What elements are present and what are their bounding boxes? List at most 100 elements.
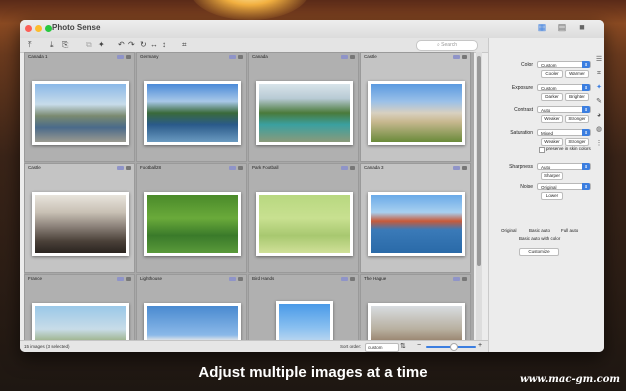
grid-cell[interactable]: Canada 3	[360, 163, 471, 273]
undo-icon[interactable]: ↶	[118, 39, 125, 51]
info-badge-icon[interactable]	[462, 166, 467, 170]
grid-cell[interactable]: France	[24, 274, 135, 340]
contrast-weaker-button[interactable]: Weaker	[541, 115, 563, 123]
info-badge-icon[interactable]	[238, 277, 243, 281]
crop-icon[interactable]: ⌗	[182, 39, 187, 51]
grid-cell[interactable]: Lighthouse	[136, 274, 247, 340]
photo-thumbnail[interactable]	[144, 192, 241, 256]
scroll-thumb[interactable]	[477, 56, 481, 266]
photo-thumbnail[interactable]	[256, 81, 353, 145]
edit-badge-icon[interactable]	[117, 166, 124, 170]
info-badge-icon[interactable]	[126, 277, 131, 281]
list-icon[interactable]: ☰	[595, 56, 603, 64]
mode-basic-auto[interactable]: Basic auto	[529, 228, 550, 233]
saturation-stronger-button[interactable]: Stronger	[565, 138, 589, 146]
grid-cell[interactable]: Canada	[248, 52, 359, 162]
sharpness-select[interactable]: Auto ⬍	[537, 163, 591, 170]
crop-tool-icon[interactable]: ⌗	[595, 70, 603, 78]
filter-icon[interactable]: ◍	[595, 126, 603, 134]
grid-cell[interactable]: Football28	[136, 163, 247, 273]
export-icon[interactable]: ⤓	[50, 39, 54, 51]
info-badge-icon[interactable]	[350, 277, 355, 281]
flip-horizontal-icon[interactable]: ↔	[150, 39, 158, 51]
export-all-icon[interactable]: ⎘	[62, 39, 68, 51]
close-button[interactable]	[25, 25, 32, 32]
adjust-sliders-icon[interactable]: ⋮	[595, 140, 603, 148]
photo-thumbnail[interactable]	[368, 303, 465, 340]
brush-icon[interactable]: ✎	[595, 98, 603, 106]
noise-select[interactable]: Original ⬍	[537, 183, 591, 190]
search-input[interactable]: ⌕ Search	[416, 40, 478, 51]
photo-thumbnail[interactable]	[32, 303, 129, 340]
contrast-select[interactable]: Auto ⬍	[537, 106, 591, 113]
edit-badge-icon[interactable]	[229, 277, 236, 281]
grid-cell[interactable]: Park Football	[248, 163, 359, 273]
grid-cell[interactable]: Canada 1	[24, 52, 135, 162]
photo-thumbnail[interactable]	[368, 81, 465, 145]
photo-thumbnail[interactable]	[32, 192, 129, 256]
import-icon[interactable]: ⤒	[28, 39, 32, 51]
cooler-button[interactable]: Cooler	[541, 70, 563, 78]
zoom-out-icon[interactable]: −	[417, 342, 421, 349]
brighter-button[interactable]: Brighter	[565, 93, 589, 101]
zoom-slider-knob[interactable]	[450, 343, 458, 351]
grid-cell[interactable]: Germany	[136, 52, 247, 162]
grid-cell[interactable]: Castle	[24, 163, 135, 273]
magic-wand-icon[interactable]: ✦	[98, 39, 105, 51]
flip-vertical-icon[interactable]: ↕	[162, 39, 166, 51]
single-view-icon[interactable]: ■	[577, 22, 587, 32]
edit-badge-icon[interactable]	[341, 277, 348, 281]
zoom-button[interactable]	[45, 25, 52, 32]
edit-badge-icon[interactable]	[117, 277, 124, 281]
photo-thumbnail[interactable]	[144, 81, 241, 145]
edit-badge-icon[interactable]	[229, 55, 236, 59]
photo-thumbnail[interactable]	[276, 301, 333, 340]
preserve-skin-checkbox[interactable]	[539, 147, 545, 153]
sharper-button[interactable]: Sharper	[541, 172, 563, 180]
grid-cell[interactable]: Bird Hands	[248, 274, 359, 340]
saturation-weaker-button[interactable]: Weaker	[541, 138, 563, 146]
grid-view-icon[interactable]: ▦	[537, 22, 547, 32]
mode-original[interactable]: Original	[501, 228, 517, 233]
info-badge-icon[interactable]	[462, 55, 467, 59]
mode-full-auto[interactable]: Full auto	[561, 228, 578, 233]
saturation-select[interactable]: Mixed ⬍	[537, 129, 591, 136]
photo-thumbnail[interactable]	[32, 81, 129, 145]
info-badge-icon[interactable]	[462, 277, 467, 281]
sort-select[interactable]: custom	[365, 343, 399, 352]
edit-badge-icon[interactable]	[453, 55, 460, 59]
exposure-select[interactable]: Custom ⬍	[537, 84, 591, 91]
customize-button[interactable]: Customize	[519, 248, 559, 256]
palette-icon[interactable]: ◕	[595, 112, 603, 120]
contrast-stronger-button[interactable]: Stronger	[565, 115, 589, 123]
photo-thumbnail[interactable]	[144, 303, 241, 340]
edit-badge-icon[interactable]	[229, 166, 236, 170]
photo-thumbnail[interactable]	[368, 192, 465, 256]
minimize-button[interactable]	[35, 25, 42, 32]
zoom-in-icon[interactable]: +	[478, 342, 482, 349]
info-badge-icon[interactable]	[238, 166, 243, 170]
grid-cell[interactable]: Castle	[360, 52, 471, 162]
lower-noise-button[interactable]: Lower	[541, 192, 563, 200]
info-badge-icon[interactable]	[238, 55, 243, 59]
magic-wand-tool-icon[interactable]: ✦	[595, 84, 603, 92]
rotate-icon[interactable]: ↻	[140, 39, 147, 51]
edit-badge-icon[interactable]	[117, 55, 124, 59]
sort-direction-icon[interactable]: ⇅	[400, 342, 406, 350]
redo-icon[interactable]: ↷	[128, 39, 135, 51]
photo-thumbnail[interactable]	[256, 192, 353, 256]
edit-badge-icon[interactable]	[453, 277, 460, 281]
edit-badge-icon[interactable]	[341, 166, 348, 170]
info-badge-icon[interactable]	[350, 166, 355, 170]
edit-badge-icon[interactable]	[341, 55, 348, 59]
duplicate-icon[interactable]: ⧉	[86, 39, 92, 51]
split-view-icon[interactable]: ▤	[557, 22, 567, 32]
color-select[interactable]: Custom ⬍	[537, 61, 591, 68]
vertical-scrollbar[interactable]	[476, 52, 482, 340]
edit-badge-icon[interactable]	[453, 166, 460, 170]
info-badge-icon[interactable]	[350, 55, 355, 59]
info-badge-icon[interactable]	[126, 166, 131, 170]
warmer-button[interactable]: Warmer	[565, 70, 589, 78]
grid-cell[interactable]: The Hague	[360, 274, 471, 340]
info-badge-icon[interactable]	[126, 55, 131, 59]
